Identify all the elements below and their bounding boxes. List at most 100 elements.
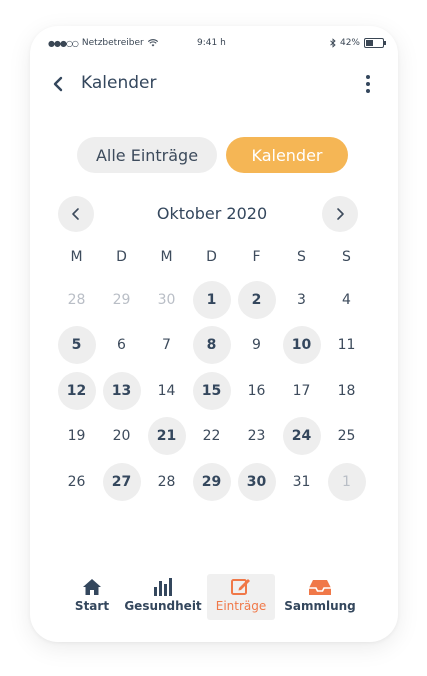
bluetooth-icon — [330, 38, 336, 48]
tab-gesundheit[interactable]: Gesundheit — [124, 574, 202, 620]
calendar-day[interactable]: 11 — [328, 326, 366, 364]
chevron-left-icon — [72, 208, 79, 220]
calendar-day[interactable]: 27 — [102, 462, 141, 501]
calendar-day[interactable]: 28 — [148, 463, 186, 501]
more-vertical-icon[interactable] — [364, 74, 372, 94]
calendar-day-cell: 9 — [234, 325, 279, 365]
calendar-day-cell: 15 — [189, 371, 234, 411]
tab-label: Gesundheit — [124, 599, 202, 613]
calendar-week-row: 28 29 30 1 2 3 4 — [54, 277, 370, 323]
weekday-label: D — [206, 249, 217, 265]
tab-bar: Start Gesundheit Einträge Sammlung — [30, 574, 398, 624]
calendar-day[interactable]: 22 — [193, 417, 231, 455]
weekday-label: S — [342, 249, 351, 265]
bar-chart-icon — [154, 578, 172, 596]
segment-all-entries[interactable]: Alle Einträge — [77, 137, 217, 173]
back-chevron-icon[interactable] — [50, 74, 66, 94]
calendar-day[interactable]: 16 — [238, 372, 276, 410]
calendar-day[interactable]: 3 — [283, 281, 321, 319]
previous-month-button[interactable] — [58, 196, 94, 232]
segment-calendar[interactable]: Kalender — [226, 137, 348, 173]
calendar-day[interactable]: 21 — [147, 417, 186, 456]
tab-eintraege[interactable]: Einträge — [207, 574, 275, 620]
calendar-day[interactable]: 4 — [328, 281, 366, 319]
calendar-day[interactable]: 18 — [328, 372, 366, 410]
calendar-day[interactable]: 6 — [103, 326, 141, 364]
calendar-day[interactable]: 14 — [148, 372, 186, 410]
calendar-day[interactable]: 31 — [283, 463, 321, 501]
calendar-day-cell: 28 — [144, 462, 189, 502]
calendar-day[interactable]: 28 — [58, 281, 96, 319]
calendar-day-cell: 1 — [189, 280, 234, 320]
calendar-day-cell: 22 — [189, 416, 234, 456]
calendar-day-cell: 2 — [234, 280, 279, 320]
calendar-day[interactable]: 20 — [103, 417, 141, 455]
wifi-icon — [147, 39, 158, 47]
battery-icon — [364, 38, 386, 48]
calendar-day-cell: 1 — [324, 462, 369, 502]
calendar-day-cell: 24 — [279, 416, 324, 456]
status-bar: ●●●○○ Netzbetreiber 9:41 h 42% — [30, 36, 398, 52]
calendar-week-row: 12 13 14 15 16 17 18 — [54, 368, 370, 414]
calendar-day[interactable]: 26 — [58, 463, 96, 501]
calendar-day[interactable]: 25 — [328, 417, 366, 455]
calendar-day[interactable]: 7 — [148, 326, 186, 364]
calendar-day[interactable]: 24 — [282, 417, 321, 456]
calendar-day[interactable]: 8 — [192, 326, 231, 365]
calendar-day[interactable]: 30 — [237, 462, 276, 501]
tab-sammlung[interactable]: Sammlung — [284, 574, 356, 620]
calendar-week-row: 19 20 21 22 23 24 25 — [54, 414, 370, 460]
calendar-day-cell: 16 — [234, 371, 279, 411]
calendar-day[interactable]: 13 — [102, 371, 141, 410]
calendar-day[interactable]: 23 — [238, 417, 276, 455]
calendar-day-cell: 5 — [54, 325, 99, 365]
calendar-day-cell: 17 — [279, 371, 324, 411]
calendar-day-cell: 26 — [54, 462, 99, 502]
chevron-right-icon — [337, 208, 344, 220]
calendar-day[interactable]: 15 — [192, 371, 231, 410]
calendar-day-cell: 3 — [279, 280, 324, 320]
calendar-day[interactable]: 17 — [283, 372, 321, 410]
weekday-label: F — [252, 249, 261, 265]
current-month: Oktober 2020 — [156, 204, 268, 223]
calendar-day-cell: 13 — [99, 371, 144, 411]
calendar-day-cell: 8 — [189, 325, 234, 365]
calendar-day-cell: 11 — [324, 325, 369, 365]
calendar-day-cell: 30 — [144, 280, 189, 320]
calendar-day[interactable]: 1 — [327, 462, 366, 501]
calendar-day[interactable]: 5 — [57, 326, 96, 365]
calendar-day-cell: 12 — [54, 371, 99, 411]
calendar-day-cell: 20 — [99, 416, 144, 456]
weekday-label: M — [70, 249, 83, 265]
calendar-week-row: 26 27 28 29 30 31 1 — [54, 459, 370, 505]
calendar-day[interactable]: 19 — [58, 417, 96, 455]
calendar-day[interactable]: 9 — [238, 326, 276, 364]
calendar-day-cell: 6 — [99, 325, 144, 365]
calendar-day[interactable]: 10 — [282, 326, 321, 365]
calendar-day[interactable]: 2 — [237, 280, 276, 319]
page-title: Kalender — [81, 73, 157, 93]
weekday-header: MDMDFSS — [54, 249, 370, 265]
next-month-button[interactable] — [322, 196, 358, 232]
calendar-day-cell: 7 — [144, 325, 189, 365]
calendar-day-cell: 25 — [324, 416, 369, 456]
app-header: Kalender — [30, 70, 398, 98]
calendar-day[interactable]: 30 — [148, 281, 186, 319]
calendar-day-cell: 30 — [234, 462, 279, 502]
calendar-day-cell: 31 — [279, 462, 324, 502]
calendar-day[interactable]: 12 — [57, 371, 96, 410]
signal-icon: ●●●○○ — [48, 38, 79, 48]
tab-start[interactable]: Start — [74, 574, 110, 620]
calendar-day[interactable]: 29 — [192, 462, 231, 501]
weekday-label: S — [297, 249, 306, 265]
calendar-day-cell: 10 — [279, 325, 324, 365]
carrier-name: Netzbetreiber — [81, 38, 144, 48]
calendar-week-row: 5 6 7 8 9 10 11 — [54, 323, 370, 369]
inbox-icon — [309, 580, 331, 595]
calendar-day-cell: 21 — [144, 416, 189, 456]
home-icon — [83, 579, 101, 595]
calendar-day[interactable]: 1 — [192, 280, 231, 319]
calendar-weeks: 28 29 30 1 2 3 4 5 6 7 8 9 10 11 12 13 14 15 16 17 18 19 20 21 2… — [54, 277, 370, 505]
calendar-day[interactable]: 29 — [103, 281, 141, 319]
calendar-day-cell: 19 — [54, 416, 99, 456]
